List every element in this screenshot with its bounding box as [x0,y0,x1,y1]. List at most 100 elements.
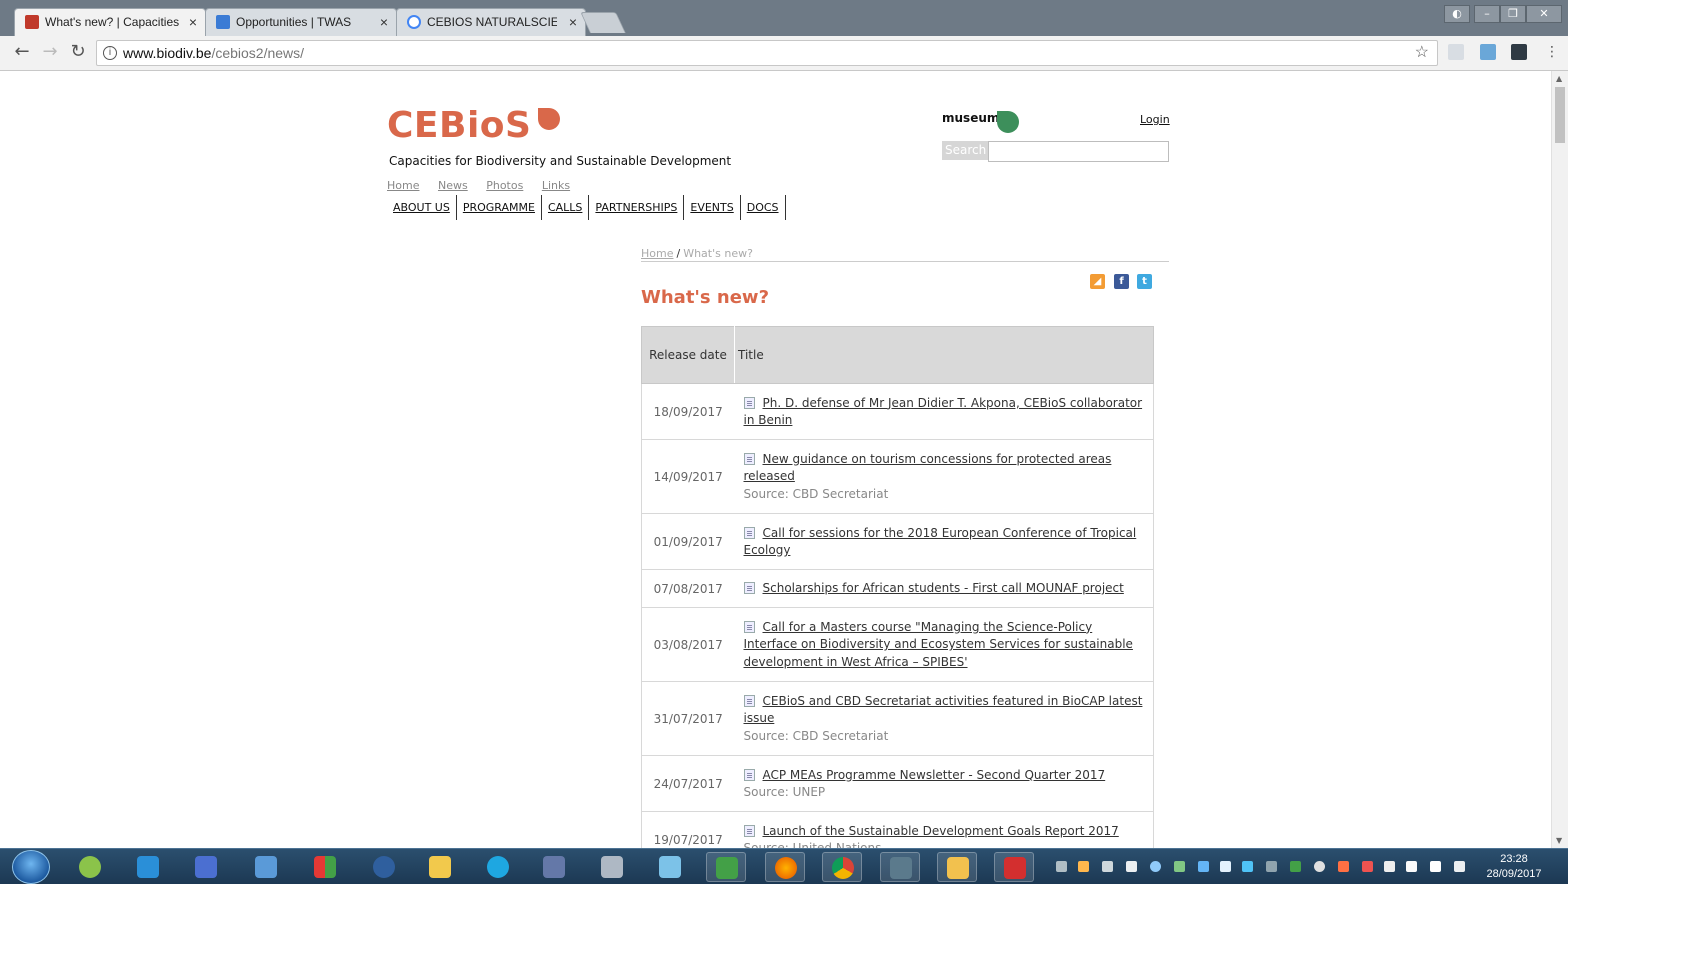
nav-about-us[interactable]: ABOUT US [390,195,457,220]
column-header-release-date[interactable]: Release date [641,326,735,384]
table-row: 07/08/2017 Scholarships for African stud… [641,569,1154,608]
tray-dropbox-icon[interactable] [1198,861,1209,872]
scroll-up-icon[interactable]: ▲ [1556,74,1562,83]
mail-icon[interactable] [420,852,460,882]
network-icon[interactable] [186,852,226,882]
twitter-icon[interactable]: t [1137,274,1152,289]
news-link[interactable]: New guidance on tourism concessions for … [744,452,1112,484]
close-window-button[interactable]: ✕ [1526,5,1562,23]
news-link[interactable]: Call for sessions for the 2018 European … [744,526,1137,558]
tab-opportunities[interactable]: Opportunities | TWAS × [205,8,397,36]
qgis-icon[interactable] [70,852,110,882]
clock[interactable]: 23:28 28/09/2017 [1478,852,1550,882]
new-tab-button[interactable] [580,12,626,33]
bookmark-star-icon[interactable]: ☆ [1415,41,1429,65]
calculator-icon[interactable] [592,852,632,882]
extension-puzzle-icon[interactable] [1511,44,1527,60]
nav-partnerships[interactable]: PARTNERSHIPS [592,195,685,220]
minimize-button[interactable]: – [1474,5,1500,23]
news-link[interactable]: Scholarships for African students - Firs… [763,581,1124,595]
green-app-icon[interactable] [706,852,746,882]
tray-chrome-icon[interactable] [1150,861,1161,872]
site-logo[interactable]: CEBioS [387,105,531,146]
tray-globe-icon[interactable] [1314,861,1325,872]
extension-translate-icon[interactable] [1480,44,1496,60]
tray-monitor-icon[interactable] [1056,861,1067,872]
tray-action-center-icon[interactable] [1384,861,1395,872]
monitor-icon[interactable] [880,852,920,882]
column-header-title[interactable]: Title [734,326,1154,384]
util-nav-links[interactable]: Links [542,179,570,192]
thunderbird-icon[interactable] [364,852,404,882]
breadcrumb-home[interactable]: Home [641,247,673,260]
search-input[interactable] [988,141,1169,162]
tray-screen-icon[interactable] [1242,861,1253,872]
facebook-icon[interactable]: f [1114,274,1129,289]
museum-logo[interactable]: museum [942,111,999,125]
news-table: Release date Title 18/09/2017 Ph. D. def… [641,326,1154,848]
menu-icon[interactable]: ⋮ [1540,40,1564,64]
table-row: 31/07/2017 CEBioS and CBD Secretariat ac… [641,681,1154,756]
nav-events[interactable]: EVENTS [687,195,741,220]
chart-app-icon[interactable] [534,852,574,882]
close-icon[interactable]: × [189,9,197,35]
page-scrollbar[interactable]: ▲ ▼ [1551,71,1568,848]
browser-toolbar: ← → ↻ i www.biodiv.be/cebios2/news/ ☆ ⋮ [0,36,1568,71]
news-title-cell: Call for a Masters course "Managing the … [734,607,1154,682]
tab-whats-new[interactable]: What's new? | Capacities × [14,8,206,36]
news-link[interactable]: Call for a Masters course "Managing the … [744,620,1133,669]
rss-icon[interactable]: ◢ [1090,274,1105,289]
tray-star-icon[interactable] [1078,861,1089,872]
tray-flag-icon[interactable] [1338,861,1349,872]
app-icon[interactable] [128,852,168,882]
close-icon[interactable]: × [569,9,577,35]
acrobat-icon[interactable] [994,852,1034,882]
address-bar[interactable]: i www.biodiv.be/cebios2/news/ ☆ [96,40,1438,66]
util-nav-news[interactable]: News [438,179,468,192]
tab-google-search[interactable]: CEBIOS NATURALSCIENC × [396,8,586,36]
search-app-icon[interactable] [478,852,518,882]
news-link[interactable]: ACP MEAs Programme Newsletter - Second Q… [763,768,1106,782]
news-link[interactable]: Ph. D. defense of Mr Jean Didier T. Akpo… [744,396,1143,428]
forward-button[interactable]: → [38,40,62,64]
start-button[interactable] [12,850,50,884]
firefox-icon[interactable] [765,852,805,882]
tray-help-icon[interactable] [1102,861,1113,872]
volume-muted-icon[interactable] [1454,861,1465,872]
nav-programme[interactable]: PROGRAMME [460,195,542,220]
news-title-cell: New guidance on tourism concessions for … [734,439,1154,514]
restore-button[interactable]: ❐ [1500,5,1526,23]
nav-docs[interactable]: DOCS [744,195,786,220]
explorer-icon[interactable] [937,852,977,882]
folder-app-icon[interactable] [246,852,286,882]
table-row: 01/09/2017 Call for sessions for the 201… [641,513,1154,570]
news-link[interactable]: CEBioS and CBD Secretariat activities fe… [744,694,1143,726]
back-button[interactable]: ← [10,40,34,64]
tray-cloud-icon[interactable] [1174,861,1185,872]
nav-calls[interactable]: CALLS [545,195,590,220]
notepad-icon[interactable] [650,852,690,882]
page-title: What's new? [641,287,770,308]
logo-mark-icon [538,108,560,130]
reload-button[interactable]: ↻ [66,40,90,64]
info-icon[interactable]: i [103,46,117,60]
user-icon[interactable]: ◐ [1444,5,1470,23]
tray-shield-icon[interactable] [1362,861,1373,872]
signal-icon[interactable] [1430,861,1441,872]
util-nav-home[interactable]: Home [387,179,419,192]
tray-grid-icon[interactable] [1266,861,1277,872]
scroll-down-icon[interactable]: ▼ [1556,836,1562,845]
tray-green-icon[interactable] [1290,861,1301,872]
chrome-icon[interactable] [822,852,862,882]
extension-mail-icon[interactable] [1448,44,1464,60]
login-link[interactable]: Login [1140,113,1170,126]
close-icon[interactable]: × [380,9,388,35]
search-button[interactable]: Search [942,141,988,160]
tray-device-icon[interactable] [1406,861,1417,872]
grid-app-icon[interactable] [305,852,345,882]
tray-app-icon[interactable] [1220,861,1231,872]
util-nav-photos[interactable]: Photos [486,179,523,192]
tray-network-icon[interactable] [1126,861,1137,872]
scrollbar-thumb[interactable] [1555,87,1565,143]
news-link[interactable]: Launch of the Sustainable Development Go… [763,824,1119,838]
